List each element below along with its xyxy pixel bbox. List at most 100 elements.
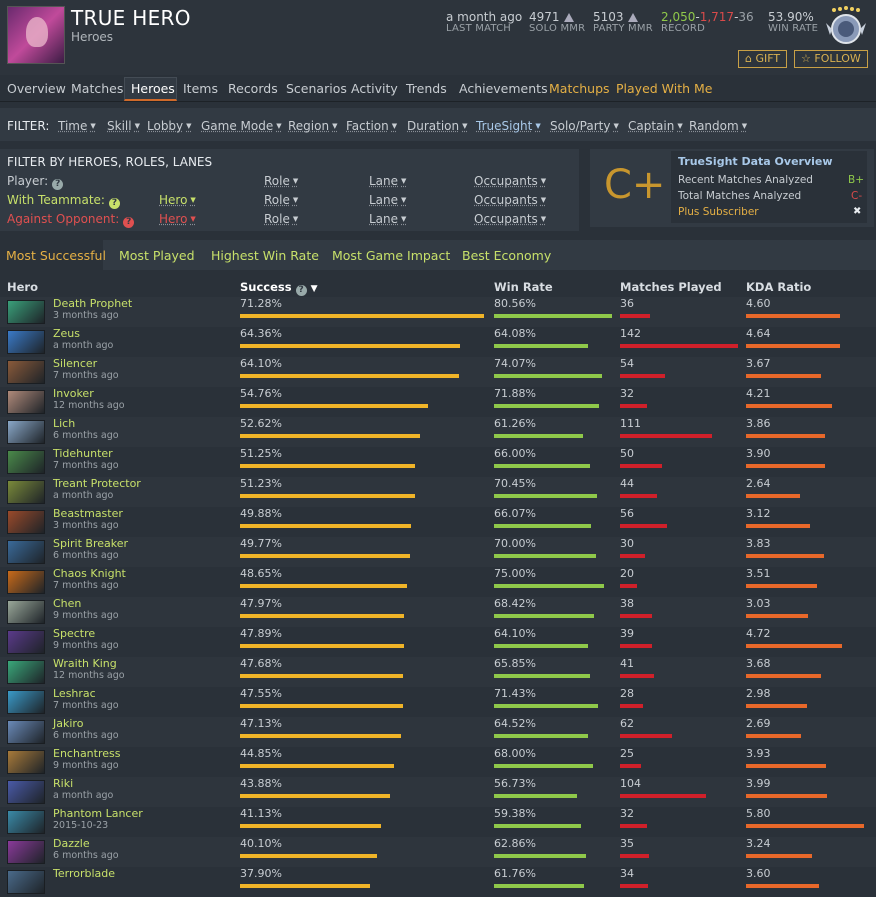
hero-portrait-icon[interactable] bbox=[7, 420, 45, 444]
hero-name-link[interactable]: Chen bbox=[53, 597, 81, 610]
hero-name-link[interactable]: Wraith King bbox=[53, 657, 117, 670]
hero-portrait-icon[interactable] bbox=[7, 360, 45, 384]
warning-icon[interactable] bbox=[564, 13, 574, 22]
opponent-hero-select[interactable]: Hero ▼ bbox=[159, 212, 196, 226]
table-row[interactable]: Zeus a month ago 64.36% 64.08% 142 4.64 bbox=[0, 327, 876, 357]
opponent-occupants-select[interactable]: Occupants ▼ bbox=[474, 212, 546, 226]
teammate-hero-select[interactable]: Hero ▼ bbox=[159, 193, 196, 207]
hero-name-link[interactable]: Leshrac bbox=[53, 687, 96, 700]
hero-portrait-icon[interactable] bbox=[7, 750, 45, 774]
hero-name-link[interactable]: Zeus bbox=[53, 327, 80, 340]
nav-items[interactable]: Items bbox=[183, 81, 218, 96]
follow-button[interactable]: ☆ FOLLOW bbox=[794, 50, 868, 68]
hero-name-link[interactable]: Spirit Breaker bbox=[53, 537, 128, 550]
filter-solo-party[interactable]: Solo/Party ▼ bbox=[550, 119, 619, 133]
table-row[interactable]: Dazzle 6 months ago 40.10% 62.86% 35 3.24 bbox=[0, 837, 876, 867]
table-row[interactable]: Leshrac 7 months ago 47.55% 71.43% 28 2.98 bbox=[0, 687, 876, 717]
hero-portrait-icon[interactable] bbox=[7, 510, 45, 534]
tab-most-played[interactable]: Most Played bbox=[119, 248, 195, 263]
hero-portrait-icon[interactable] bbox=[7, 600, 45, 624]
tab-most-successful[interactable]: Most Successful bbox=[6, 248, 106, 263]
hero-name-link[interactable]: Death Prophet bbox=[53, 297, 132, 310]
hero-portrait-icon[interactable] bbox=[7, 780, 45, 804]
hero-name-link[interactable]: Treant Protector bbox=[53, 477, 141, 490]
nav-heroes[interactable]: Heroes bbox=[131, 81, 175, 96]
player-lane-select[interactable]: Lane ▼ bbox=[369, 174, 406, 188]
filter-time[interactable]: Time ▼ bbox=[58, 119, 96, 133]
help-icon[interactable]: ? bbox=[109, 198, 120, 209]
col-win-rate[interactable]: Win Rate bbox=[494, 280, 553, 294]
hero-portrait-icon[interactable] bbox=[7, 840, 45, 864]
nav-matches[interactable]: Matches bbox=[71, 81, 123, 96]
nav-trends[interactable]: Trends bbox=[406, 81, 447, 96]
table-row[interactable]: Spectre 9 months ago 47.89% 64.10% 39 4.72 bbox=[0, 627, 876, 657]
nav-scenarios[interactable]: Scenarios bbox=[286, 81, 347, 96]
hero-portrait-icon[interactable] bbox=[7, 570, 45, 594]
help-icon[interactable]: ? bbox=[296, 285, 307, 296]
hero-portrait-icon[interactable] bbox=[7, 300, 45, 324]
hero-name-link[interactable]: Phantom Lancer bbox=[53, 807, 143, 820]
teammate-role-select[interactable]: Role ▼ bbox=[264, 193, 298, 207]
hero-portrait-icon[interactable] bbox=[7, 480, 45, 504]
table-row[interactable]: Treant Protector a month ago 51.23% 70.45% 4… bbox=[0, 477, 876, 507]
filter-lobby[interactable]: Lobby ▼ bbox=[147, 119, 192, 133]
hero-name-link[interactable]: Jakiro bbox=[53, 717, 83, 730]
hero-name-link[interactable]: Beastmaster bbox=[53, 507, 123, 520]
nav-activity[interactable]: Activity bbox=[351, 81, 398, 96]
hero-portrait-icon[interactable] bbox=[7, 870, 45, 894]
hero-portrait-icon[interactable] bbox=[7, 450, 45, 474]
hero-portrait-icon[interactable] bbox=[7, 330, 45, 354]
filter-region[interactable]: Region ▼ bbox=[288, 119, 337, 133]
col-kda-ratio[interactable]: KDA Ratio bbox=[746, 280, 811, 294]
teammate-occupants-select[interactable]: Occupants ▼ bbox=[474, 193, 546, 207]
filter-duration[interactable]: Duration ▼ bbox=[407, 119, 468, 133]
hero-portrait-icon[interactable] bbox=[7, 540, 45, 564]
table-row[interactable]: Beastmaster 3 months ago 49.88% 66.07% 56 3.1… bbox=[0, 507, 876, 537]
table-row[interactable]: Tidehunter 7 months ago 51.25% 66.00% 50 3.90 bbox=[0, 447, 876, 477]
player-avatar[interactable] bbox=[7, 6, 65, 64]
nav-records[interactable]: Records bbox=[228, 81, 278, 96]
close-icon[interactable]: ✖ bbox=[853, 206, 861, 217]
hero-name-link[interactable]: Riki bbox=[53, 777, 73, 790]
tab-most-game-impact[interactable]: Most Game Impact bbox=[332, 248, 450, 263]
hero-name-link[interactable]: Tidehunter bbox=[53, 447, 113, 460]
col-hero[interactable]: Hero bbox=[7, 280, 38, 294]
hero-portrait-icon[interactable] bbox=[7, 630, 45, 654]
table-row[interactable]: Silencer 7 months ago 64.10% 74.07% 54 3.67 bbox=[0, 357, 876, 387]
table-row[interactable]: Spirit Breaker 6 months ago 49.77% 70.00% 30… bbox=[0, 537, 876, 567]
table-row[interactable]: Death Prophet 3 months ago 71.28% 80.56% 36 4… bbox=[0, 297, 876, 327]
col-matches-played[interactable]: Matches Played bbox=[620, 280, 722, 294]
filter-game-mode[interactable]: Game Mode ▼ bbox=[201, 119, 282, 133]
table-row[interactable]: Wraith King 12 months ago 47.68% 65.85% 41 3.… bbox=[0, 657, 876, 687]
hero-name-link[interactable]: Enchantress bbox=[53, 747, 120, 760]
table-row[interactable]: Chaos Knight 7 months ago 48.65% 75.00% 20 3.… bbox=[0, 567, 876, 597]
hero-name-link[interactable]: Silencer bbox=[53, 357, 97, 370]
help-icon[interactable]: ? bbox=[123, 217, 134, 228]
tab-highest-win-rate[interactable]: Highest Win Rate bbox=[211, 248, 319, 263]
filter-truesight[interactable]: TrueSight ▼ bbox=[476, 119, 541, 133]
hero-name-link[interactable]: Dazzle bbox=[53, 837, 90, 850]
table-row[interactable]: Terrorblade 37.90% 61.76% 34 3.60 bbox=[0, 867, 876, 897]
table-row[interactable]: Riki a month ago 43.88% 56.73% 104 3.99 bbox=[0, 777, 876, 807]
hero-name-link[interactable]: Spectre bbox=[53, 627, 95, 640]
hero-name-link[interactable]: Chaos Knight bbox=[53, 567, 126, 580]
help-icon[interactable]: ? bbox=[52, 179, 63, 190]
table-row[interactable]: Phantom Lancer 2015-10-23 41.13% 59.38% 32 5.… bbox=[0, 807, 876, 837]
warning-icon[interactable] bbox=[628, 13, 638, 22]
table-row[interactable]: Chen 9 months ago 47.97% 68.42% 38 3.03 bbox=[0, 597, 876, 627]
plus-subscriber-link[interactable]: Plus Subscriber bbox=[678, 206, 759, 218]
filter-skill[interactable]: Skill ▼ bbox=[107, 119, 140, 133]
rank-medal-icon[interactable] bbox=[824, 5, 868, 47]
nav-matchups[interactable]: Matchups bbox=[549, 81, 610, 96]
hero-portrait-icon[interactable] bbox=[7, 690, 45, 714]
nav-played-with-me[interactable]: Played With Me bbox=[616, 81, 713, 96]
table-row[interactable]: Invoker 12 months ago 54.76% 71.88% 32 4.21 bbox=[0, 387, 876, 417]
hero-name-link[interactable]: Terrorblade bbox=[53, 867, 115, 880]
filter-faction[interactable]: Faction ▼ bbox=[346, 119, 397, 133]
table-row[interactable]: Lich 6 months ago 52.62% 61.26% 111 3.86 bbox=[0, 417, 876, 447]
nav-achievements[interactable]: Achievements bbox=[459, 81, 548, 96]
table-row[interactable]: Enchantress 9 months ago 44.85% 68.00% 25 3.9… bbox=[0, 747, 876, 777]
nav-overview[interactable]: Overview bbox=[7, 81, 66, 96]
gift-button[interactable]: ⌂ GIFT bbox=[738, 50, 787, 68]
player-role-select[interactable]: Role ▼ bbox=[264, 174, 298, 188]
